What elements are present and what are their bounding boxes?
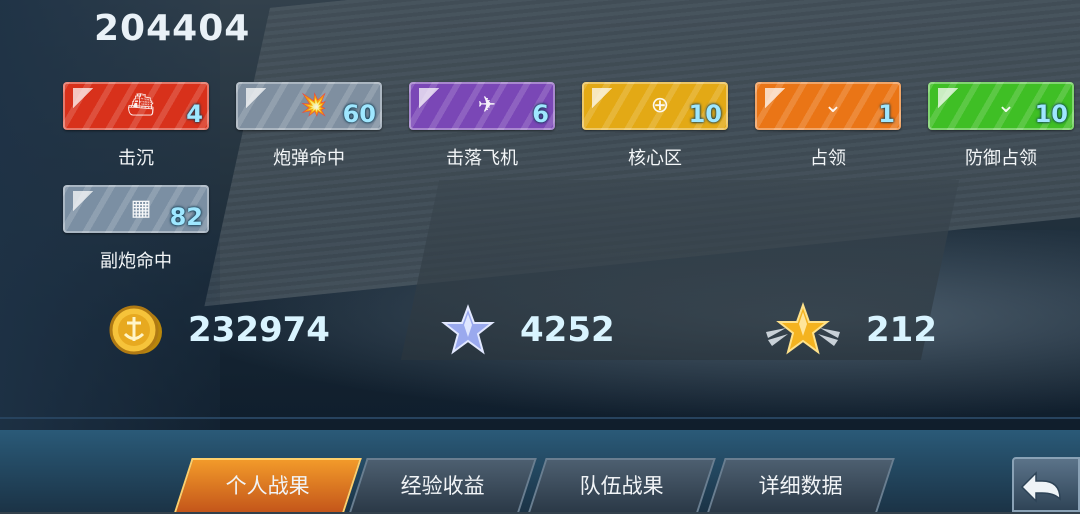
tab-personal-results[interactable]: 个人战果 [174,458,362,512]
tab-label: 经验收益 [400,474,485,498]
tab-label: 个人战果 [225,474,310,498]
medal-badge: ⌄ 1 [755,82,901,130]
medal-badge: ⛴ 4 [63,82,209,130]
medal-label: 炮弹命中 [273,148,345,169]
coin-reward: 232974 [106,304,330,356]
medal-label: 击沉 [118,148,154,169]
medal-label: 核心区 [628,148,682,169]
gold-star-value: 212 [866,310,937,350]
sinking-ship-icon: ⛴ [127,93,155,118]
medal-plane-shot[interactable]: ✈ 6 击落飞机 [409,82,555,169]
medal-badge: 💥 60 [236,82,382,130]
tab-experience-gain[interactable]: 经验收益 [349,458,537,512]
medal-defend-capture[interactable]: ⌄ 10 防御占领 [928,82,1074,169]
medal-badge: ⊕ 10 [582,82,728,130]
medal-badge: ⌄ 10 [928,82,1074,130]
tab-detailed-data[interactable]: 详细数据 [707,458,895,512]
gold-star-reward: 212 [764,302,937,358]
medal-shell-hit[interactable]: 💥 60 炮弹命中 [236,82,382,169]
tab-label: 详细数据 [758,474,843,498]
back-arrow-icon [1020,471,1061,503]
medal-count: 82 [169,203,203,231]
medal-sink[interactable]: ⛴ 4 击沉 [63,82,209,169]
medal-core-zone[interactable]: ⊕ 10 核心区 [582,82,728,169]
silver-star-value: 4252 [520,310,615,350]
medal-capture[interactable]: ⌄ 1 占领 [755,82,901,169]
medal-count: 4 [186,100,203,128]
medal-badge: ✈ 6 [409,82,555,130]
gold-coin-icon [109,305,162,355]
silver-star-icon [441,304,495,355]
medal-count: 10 [1034,100,1068,128]
medal-label: 防御占领 [965,148,1037,169]
medal-label: 击落飞机 [446,148,518,169]
medal-secondary-gun[interactable]: ▦ 82 副炮命中 [63,185,209,272]
silver-star-reward: 4252 [440,304,615,356]
coin-value: 232974 [188,310,330,350]
battle-score: 204404 [94,8,251,49]
capture-chevron-icon: ⌄ [823,93,843,118]
back-button[interactable] [1012,457,1080,512]
medal-count: 1 [878,100,895,128]
medal-count: 10 [688,100,722,128]
winged-gold-star-icon [766,302,840,355]
medal-count: 60 [342,100,376,128]
medal-count: 6 [532,100,549,128]
plane-shot-icon: ✈ [477,93,497,118]
medal-label: 占领 [810,148,846,169]
divider-line [0,417,1080,419]
medal-badge: ▦ 82 [63,185,209,233]
medal-label: 副炮命中 [100,251,172,272]
tab-label: 队伍战果 [579,474,664,498]
tab-team-results[interactable]: 队伍战果 [528,458,716,512]
